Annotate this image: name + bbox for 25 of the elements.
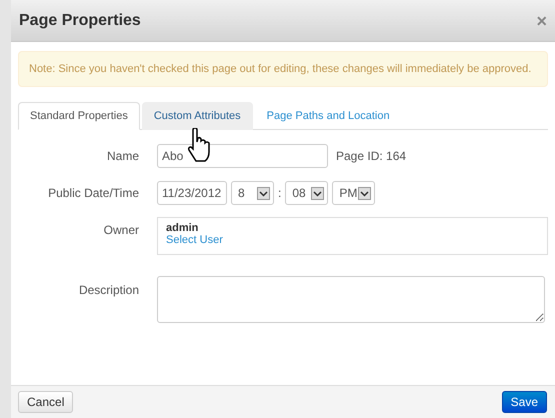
dropdown-icon [358,186,372,200]
owner-name: admin [166,222,200,234]
field-label: Description [78,282,139,299]
dropdown-icon [311,186,324,200]
description-field[interactable] [157,276,545,323]
tab[interactable]: Custom Attributes [142,102,253,130]
minute-select[interactable]: 08 [285,181,328,205]
select-user-link[interactable]: Select User [166,234,223,246]
hand-cursor-icon [187,128,213,162]
tab[interactable]: Page Paths and Location [254,102,402,130]
dropdown-icon [257,186,270,200]
ampm-select[interactable]: PM [332,181,376,205]
page-id-text: Page ID: 164 [336,148,406,165]
field-label: Owner [102,222,139,239]
field-label: Public Date/Time [47,185,139,202]
tab[interactable]: Standard Properties [18,102,140,130]
field-label: Name [106,148,139,165]
dialog-title: Page Properties [19,10,141,30]
alert-banner: Note: Since you haven't checked this page out for editing, these changes will immediately be approved. [18,51,548,87]
time-separator: : [278,185,282,202]
name-field[interactable]: Abo [157,144,328,168]
hour-select[interactable]: 8 [231,181,274,205]
save-button[interactable]: Save [502,391,547,413]
cancel-button[interactable]: Cancel [18,391,74,413]
date-field[interactable]: 11/23/2012 [157,181,227,205]
